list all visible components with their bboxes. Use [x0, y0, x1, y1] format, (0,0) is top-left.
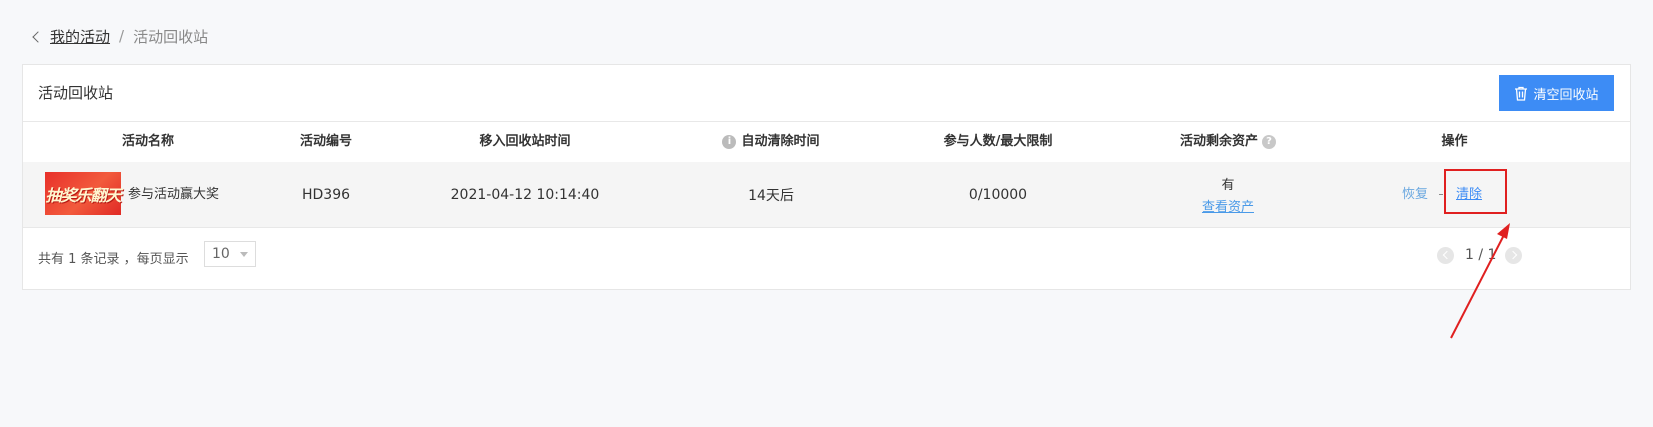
remaining-assets: 有 查看资产 [1163, 162, 1293, 227]
clear-recycle-bin-button[interactable]: 清空回收站 [1499, 75, 1614, 111]
info-icon: i [722, 135, 737, 149]
asset-status: 有 [1221, 178, 1235, 193]
page-indicator: 1 / 1 [1465, 247, 1497, 263]
chevron-left-icon [1442, 250, 1452, 260]
breadcrumb: 我的活动 / 活动回收站 [32, 24, 209, 48]
col-operation: 操作 [1441, 134, 1468, 149]
col-remaining-assets-label: 活动剩余资产 [1179, 134, 1258, 149]
trash-icon [1515, 86, 1528, 101]
col-moved-time: 移入回收站时间 [479, 134, 571, 149]
auto-clear-time: 14天后 [748, 187, 794, 204]
table-footer: 共有 1 条记录 ，每页显示 10 1 / 1 [23, 228, 1630, 286]
participants: 0/10000 [968, 186, 1028, 203]
breadcrumb-separator: / [119, 27, 125, 45]
recycle-bin-panel: 活动回收站 清空回收站 活动名称 活动编号 移入回收站时间 i 自动清除时间 参与… [22, 64, 1631, 290]
moved-time: 2021-04-12 10:14:40 [450, 186, 600, 203]
col-auto-clear-label: 自动清除时间 [741, 134, 820, 149]
view-assets-link[interactable]: 查看资产 [1202, 196, 1254, 215]
activity-thumbnail: 抽奖乐翻天 [45, 172, 122, 215]
col-activity-code: 活动编号 [299, 134, 352, 149]
col-auto-clear: i 自动清除时间 [706, 121, 836, 162]
clear-recycle-bin-label: 清空回收站 [1533, 87, 1599, 103]
chevron-left-icon[interactable] [32, 30, 44, 43]
activity-code: HD396 [301, 186, 351, 203]
breadcrumb-my-activities-link[interactable]: 我的活动 [50, 26, 110, 47]
prev-page-button[interactable] [1437, 247, 1454, 264]
breadcrumb-current: 活动回收站 [133, 27, 209, 46]
restore-link[interactable]: 恢复 [1402, 162, 1428, 227]
caret-down-icon [240, 252, 248, 257]
next-page-button[interactable] [1505, 247, 1522, 264]
operation-divider [1439, 194, 1443, 195]
chevron-right-icon [1508, 250, 1518, 260]
help-icon[interactable]: ? [1262, 135, 1276, 149]
panel-title: 活动回收站 [38, 84, 114, 102]
col-remaining-assets: 活动剩余资产? [1163, 121, 1293, 162]
col-participants: 参与人数/最大限制 [943, 134, 1053, 149]
page-size-select[interactable]: 10 [204, 241, 256, 267]
record-count-text: 共有 1 条记录 ，每页显示 [38, 252, 189, 267]
table-row: 抽奖乐翻天 参与活动赢大奖 HD396 2021-04-12 10:14:40 … [23, 162, 1630, 228]
activity-name: 参与活动赢大奖 [128, 187, 220, 202]
page-size-value: 10 [212, 246, 230, 262]
table-header: 活动名称 活动编号 移入回收站时间 i 自动清除时间 参与人数/最大限制 活动剩余… [23, 121, 1630, 163]
panel-header: 活动回收站 清空回收站 [23, 65, 1630, 122]
col-activity-name: 活动名称 [121, 134, 174, 149]
highlight-box [1444, 169, 1507, 214]
